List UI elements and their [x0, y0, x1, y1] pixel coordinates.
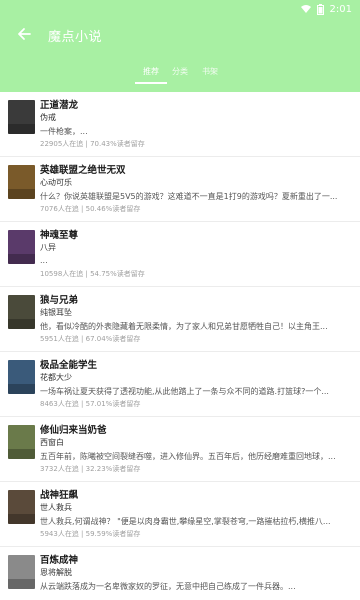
book-item[interactable]: 极品全能学生 花都大少 一场车祸让夏天获得了透视功能,从此他踏上了一条与众不同的…: [0, 352, 360, 417]
book-title: 英雄联盟之绝世无双: [40, 165, 126, 176]
book-item[interactable]: 修仙归来当奶爸 西窗白 五百年前，陈曦被空间裂缝吞噬，进入修仙界。五百年后，他历…: [0, 417, 360, 482]
book-description: ...: [40, 256, 48, 265]
book-description: 他，看似冷酷的外表隐藏着无限柔情，为了家人和兄弟甘愿牺牲自己！以主角王...: [40, 322, 328, 331]
book-author: 西窗白: [40, 438, 64, 447]
book-item[interactable]: 狼与兄弟 纯银耳坠 他，看似冷酷的外表隐藏着无限柔情，为了家人和兄弟甘愿牺牲自己…: [0, 287, 360, 352]
book-author: 花都大少: [40, 373, 72, 382]
book-description: 什么？你说英雄联盟是5V5的游戏？这难道不一直是1打9的游戏吗？夏新重出了一..…: [40, 192, 338, 201]
status-bar: 2:01: [300, 2, 352, 16]
book-author: 八异: [40, 243, 56, 252]
book-title: 正道潜龙: [40, 100, 79, 111]
wifi-icon: [300, 5, 311, 13]
book-title: 百炼成神: [40, 555, 79, 566]
book-cover: [8, 165, 35, 199]
battery-icon: [316, 3, 324, 15]
book-author: 纯银耳坠: [40, 308, 72, 317]
book-description: 五百年前，陈曦被空间裂缝吞噬，进入修仙界。五百年后，他历经磨难重回地球，...: [40, 452, 336, 461]
book-cover: [8, 295, 35, 329]
book-stats: 5951人在追 | 67.04%读者留存: [40, 335, 141, 343]
book-cover: [8, 425, 35, 459]
book-stats: 3732人在追 | 32.23%读者留存: [40, 465, 141, 473]
book-title: 狼与兄弟: [40, 295, 79, 306]
book-item[interactable]: 战神狂飙 世人救兵 世人救兵,何谓战神？ "便是以肉身霸世,攀缘星空,掌裂苍穹,…: [0, 482, 360, 547]
tab-indicator: [135, 82, 167, 84]
book-item[interactable]: 英雄联盟之绝世无双 心动可乐 什么？你说英雄联盟是5V5的游戏？这难道不一直是1…: [0, 157, 360, 222]
book-description: 一场车祸让夏天获得了透视功能,从此他踏上了一条与众不同的道路.打篮球?一个...: [40, 387, 329, 396]
book-title: 修仙归来当奶爸: [40, 425, 107, 436]
header-bar: 2:01 魔点小说 推荐 分类 书架: [0, 0, 360, 92]
tab-bar: 推荐 分类 书架: [0, 66, 360, 84]
book-stats: 5943人在追 | 59.59%读者留存: [40, 530, 141, 538]
book-cover: [8, 360, 35, 394]
book-description: 一件枪案，...: [40, 127, 88, 136]
book-stats: 8463人在追 | 57.01%读者留存: [40, 400, 141, 408]
book-item[interactable]: 百炼成神 恩将解脱 从云端跌落成为一名卑微家奴的罗征，无意中把自己练成了一件兵器…: [0, 547, 360, 600]
tab-recommend[interactable]: 推荐: [143, 66, 159, 77]
book-title: 战神狂飙: [40, 490, 79, 501]
book-title: 极品全能学生: [40, 360, 98, 371]
book-cover: [8, 230, 35, 264]
book-description: 从云端跌落成为一名卑微家奴的罗征，无意中把自己练成了一件兵器。...: [40, 582, 296, 591]
book-description: 世人救兵,何谓战神？ "便是以肉身霸世,攀缘星空,掌裂苍穹,一路摧枯拉朽,横推八…: [40, 517, 331, 526]
book-author: 恩将解脱: [40, 568, 72, 577]
book-author: 伪戒: [40, 113, 56, 122]
tab-category[interactable]: 分类: [172, 66, 188, 77]
book-item[interactable]: 神魂至尊 八异 ... 10598人在追 | 54.75%读者留存: [0, 222, 360, 287]
book-stats: 10598人在追 | 54.75%读者留存: [40, 270, 145, 278]
book-cover: [8, 490, 35, 524]
back-arrow-icon[interactable]: [14, 24, 34, 44]
book-cover: [8, 100, 35, 134]
status-time: 2:01: [329, 3, 352, 15]
book-author: 世人救兵: [40, 503, 72, 512]
book-stats: 22905人在追 | 70.43%读者留存: [40, 140, 145, 148]
book-cover: [8, 555, 35, 589]
book-title: 神魂至尊: [40, 230, 79, 241]
book-item[interactable]: 正道潜龙 伪戒 一件枪案，... 22905人在追 | 70.43%读者留存: [0, 92, 360, 157]
tab-bookshelf[interactable]: 书架: [202, 66, 218, 77]
app-title: 魔点小说: [48, 30, 103, 45]
book-stats: 7076人在追 | 50.46%读者留存: [40, 205, 141, 213]
book-author: 心动可乐: [40, 178, 72, 187]
